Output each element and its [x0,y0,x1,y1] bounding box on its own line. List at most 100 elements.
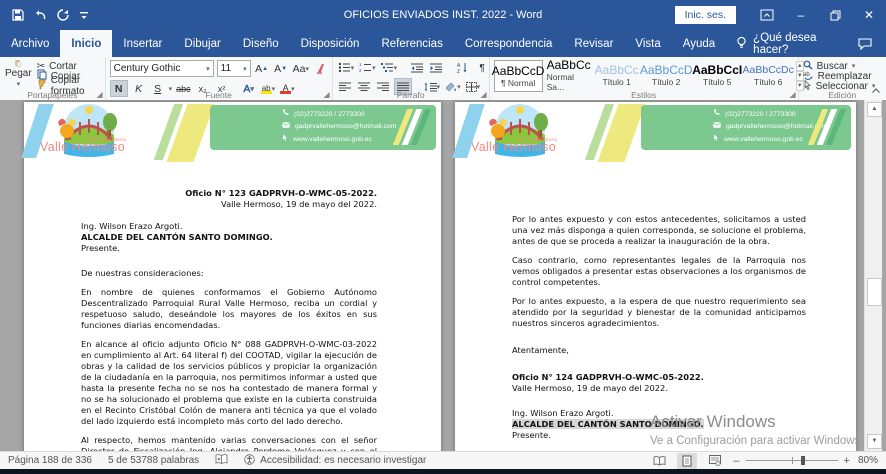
tell-me-box[interactable]: ¿Qué desea hacer? [726,30,844,57]
tab-referencias[interactable]: Referencias [370,30,453,57]
undo-icon[interactable] [34,10,47,21]
letter-body-1[interactable]: Oficio N° 123 GADPRVH-O-WMC-05-2022. Val… [24,164,441,451]
paragraph: En alcance al oficio adjunto Oficio N° 0… [81,339,377,427]
style-name: Título 5 [703,77,731,87]
phone-icon [713,109,720,120]
scrollbar-thumb[interactable] [867,278,882,306]
zoom-slider-thumb[interactable] [801,456,805,465]
paste-label: Pegar [5,68,32,79]
redo-icon[interactable] [57,9,69,21]
qat-customize-button[interactable] [79,10,89,20]
accessibility-status[interactable]: Accesibilidad: es necesario investigar [244,454,426,468]
cursor-icon [713,134,719,145]
document-page-1[interactable]: (02)2773220 / 2773300 gadprvallehermoso@… [24,102,441,451]
spacer [512,364,806,372]
scroll-down-icon[interactable]: ▼ [867,434,882,449]
email-icon [282,122,290,132]
paste-dropdown-icon[interactable]: ▾ [17,80,21,88]
zoom-percentage[interactable]: 80% [858,455,878,466]
letterhead-phone: (02)2773220 / 2773300 [294,110,365,120]
tab-inicio[interactable]: Inicio [60,30,112,57]
replace-button[interactable]: ab Reemplazar [803,71,882,81]
zoom-in-icon[interactable]: + [844,455,850,467]
document-page-2[interactable]: (02)2773220 / 2773300 gadprvallehermoso@… [455,102,856,451]
font-family-combo[interactable]: Century Gothic ▾ [110,60,214,77]
page-indicator[interactable]: Página 188 de 336 [8,455,92,466]
feedback-comment-icon[interactable] [844,30,886,57]
minimize-button[interactable]: – [784,0,818,30]
read-mode-icon[interactable] [649,453,669,469]
vertical-scrollbar[interactable]: ▲ ▼ [864,100,882,451]
style-preview: AaBbCc [595,64,639,77]
tab-revisar[interactable]: Revisar [563,30,624,57]
tab-disposicion[interactable]: Disposición [290,30,371,57]
proofing-icon[interactable] [215,454,228,468]
document-canvas[interactable]: (02)2773220 / 2773300 gadprvallehermoso@… [0,100,886,451]
group-label-portapapeles: Portapapeles [0,90,105,100]
bullets-button[interactable]: ▾ [337,60,356,75]
word-count[interactable]: 5 de 53788 palabras [108,455,199,466]
find-button[interactable]: Buscar ▾ [803,61,882,71]
tab-insertar[interactable]: Insertar [112,30,173,57]
style-titulo-2[interactable]: AaBbCcD Título 2 [643,60,690,90]
logo-subtitle: GAD PARROQUIAL [517,137,557,142]
collapse-ribbon-icon[interactable] [871,86,881,98]
numbering-button[interactable]: 12▾ [358,60,377,75]
tab-correspondencia[interactable]: Correspondencia [454,30,564,57]
group-fuente: Century Gothic ▾ 11 ▾ A▲ A▼ Aa▾ N K S [106,57,333,100]
style-preview: AaBbCcD [492,65,545,78]
paste-button[interactable]: Pegar ▾ [4,60,33,88]
zoom-slider-track[interactable] [746,460,838,461]
bottom-edge-strip [0,469,886,474]
style-titulo-5[interactable]: AaBbCcI Título 5 [694,60,741,90]
decrease-indent-button[interactable] [409,60,425,75]
increase-indent-button[interactable] [428,60,444,75]
tab-diseno[interactable]: Diseño [232,30,290,57]
estilos-dialog-launcher-icon[interactable]: ◢ [789,90,795,99]
letterhead-phone-row: (02)2773220 / 2773300 [282,109,396,120]
chevron-down-icon: ▾ [243,65,247,73]
cursor-icon [282,134,288,145]
multilevel-list-button[interactable]: ▾ [380,60,399,75]
close-button[interactable]: ✕ [852,0,886,30]
style-normal-sa[interactable]: AaBbCc Normal Sa... [547,60,591,90]
style-titulo-6[interactable]: AaBbCcDc Título 6 [745,60,792,90]
logo-subtitle: GAD PARROQUIAL [86,137,126,142]
clear-formatting-icon[interactable] [313,61,329,76]
clipboard-icon [9,60,27,67]
letter-body-2[interactable]: Por lo antes expuesto y con estos antece… [455,164,856,451]
scroll-up-icon[interactable]: ▲ [867,102,882,117]
sign-in-button[interactable]: Inic. ses. [675,6,736,24]
style-name: Título 6 [754,77,782,87]
portapapeles-dialog-launcher-icon[interactable]: ◢ [96,90,102,99]
zoom-out-icon[interactable]: – [733,455,739,467]
font-size-value: 11 [221,63,231,74]
style-preview: AaBbCcDc [743,64,794,77]
restore-button[interactable] [818,0,852,30]
tab-ayuda[interactable]: Ayuda [672,30,726,57]
style-normal[interactable]: AaBbCcD ¶ Normal [494,60,543,92]
ribbon-display-options-icon[interactable] [750,0,784,30]
accessibility-icon [244,454,255,468]
print-layout-icon[interactable] [677,453,697,469]
ribbon-tab-row: Archivo Inicio Insertar Dibujar Diseño D… [0,30,886,57]
zoom-control: – + [733,455,850,467]
grow-font-button[interactable]: A▲ [254,61,270,76]
font-size-combo[interactable]: 11 ▾ [217,60,251,77]
save-icon[interactable] [12,9,24,21]
shrink-font-button[interactable]: A▼ [273,61,289,76]
change-case-button[interactable]: Aa▾ [292,61,310,76]
tab-archivo[interactable]: Archivo [0,30,60,57]
style-preview: AaBbCc [547,59,591,72]
web-layout-icon[interactable] [705,453,725,469]
parrafo-dialog-launcher-icon[interactable]: ◢ [480,90,486,99]
paragraph: Al respecto, hemos mantenido varias conv… [81,435,377,451]
style-titulo-1[interactable]: AaBbCc Título 1 [595,60,639,90]
show-marks-button[interactable]: ¶ [474,60,490,75]
tab-vista[interactable]: Vista [624,30,671,57]
style-name: ¶ Normal [501,78,535,88]
sort-button[interactable]: AZ [455,60,471,75]
tab-dibujar[interactable]: Dibujar [173,30,231,57]
fuente-dialog-launcher-icon[interactable]: ◢ [323,90,329,99]
zoom-slider-center-tick [792,457,793,464]
